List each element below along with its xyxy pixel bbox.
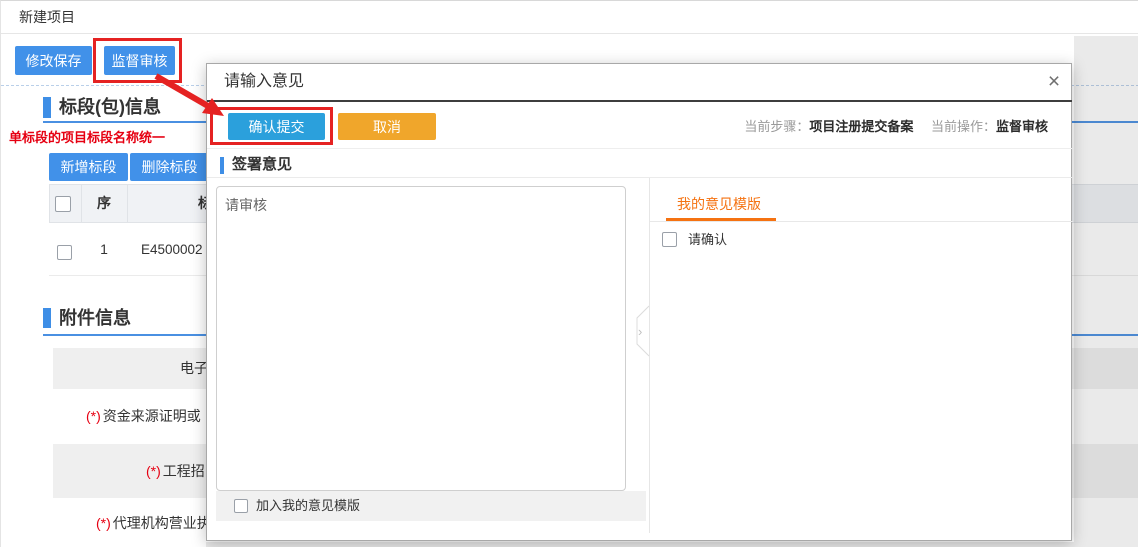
sign-section-title: 签署意见	[232, 153, 292, 177]
required-mark: (*)	[86, 408, 101, 424]
seq-column-header: 序	[81, 184, 127, 223]
row-code: E4500002	[141, 223, 203, 276]
templates-tab-underline	[666, 218, 776, 221]
templates-tabbar-divider	[650, 221, 1073, 222]
label-text: 工程招	[163, 463, 205, 479]
app-window: 新建项目 修改保存 监督审核 标段(包)信息 单标段的项目标段名称统一 新增标段…	[0, 0, 1138, 547]
page-title-bar: 新建项目	[1, 1, 1138, 34]
row-checkbox[interactable]	[57, 245, 72, 260]
col-divider	[127, 184, 128, 223]
attachment-label: 电子	[178, 348, 208, 389]
attachment-section-title: 附件信息	[59, 304, 131, 332]
collapse-icon: ›	[638, 324, 642, 339]
required-mark: (*)	[96, 515, 111, 531]
workflow-status: 当前步骤：项目注册提交备案 当前操作：监督审核	[701, 117, 1048, 137]
add-template-checkbox[interactable]	[234, 499, 248, 513]
delete-bid-button[interactable]: 删除标段	[130, 153, 209, 181]
close-icon[interactable]: ×	[1041, 68, 1067, 96]
sign-section-bar	[220, 157, 224, 174]
label-text: 代理机构营业执	[113, 515, 211, 531]
operation-value: 监督审核	[996, 119, 1048, 134]
attachment-section-bar	[43, 308, 51, 328]
step-value: 项目注册提交备案	[809, 119, 913, 134]
cancel-button[interactable]: 取消	[338, 113, 436, 140]
save-button[interactable]: 修改保存	[15, 46, 92, 75]
annotation-arrow	[146, 71, 236, 126]
required-mark: (*)	[146, 463, 161, 479]
add-template-label: 加入我的意见模版	[256, 491, 360, 521]
label-text: 电子	[180, 360, 208, 376]
attachment-label: (*)资金来源证明或	[86, 389, 201, 444]
opinion-textarea[interactable]: 请审核	[216, 186, 626, 491]
overlay-bottom	[206, 542, 1074, 547]
bid-notice: 单标段的项目标段名称统一	[9, 129, 165, 147]
operation-label: 当前操作：	[931, 119, 996, 134]
step-label: 当前步骤：	[744, 119, 809, 134]
template-item-checkbox[interactable]	[662, 232, 677, 247]
add-bid-button[interactable]: 新增标段	[49, 153, 128, 181]
sign-section-divider	[207, 177, 1072, 178]
bid-section-bar	[43, 97, 51, 118]
template-item-label[interactable]: 请确认	[688, 231, 727, 248]
select-all-checkbox[interactable]	[55, 196, 71, 212]
dialog-header-divider	[207, 100, 1072, 102]
dialog-title: 请输入意见	[224, 63, 304, 101]
collapse-handle[interactable]: ›	[631, 301, 650, 361]
attachment-label: (*)工程招	[146, 444, 205, 498]
dialog-toolbar-divider	[207, 148, 1072, 149]
label-text: 资金来源证明或	[103, 408, 201, 424]
templates-tab[interactable]: 我的意见模版	[677, 192, 761, 216]
attachment-label: (*)代理机构营业执	[96, 498, 211, 547]
row-seq: 1	[81, 223, 127, 276]
page-title: 新建项目	[19, 1, 75, 34]
overlay-right	[1074, 36, 1138, 547]
